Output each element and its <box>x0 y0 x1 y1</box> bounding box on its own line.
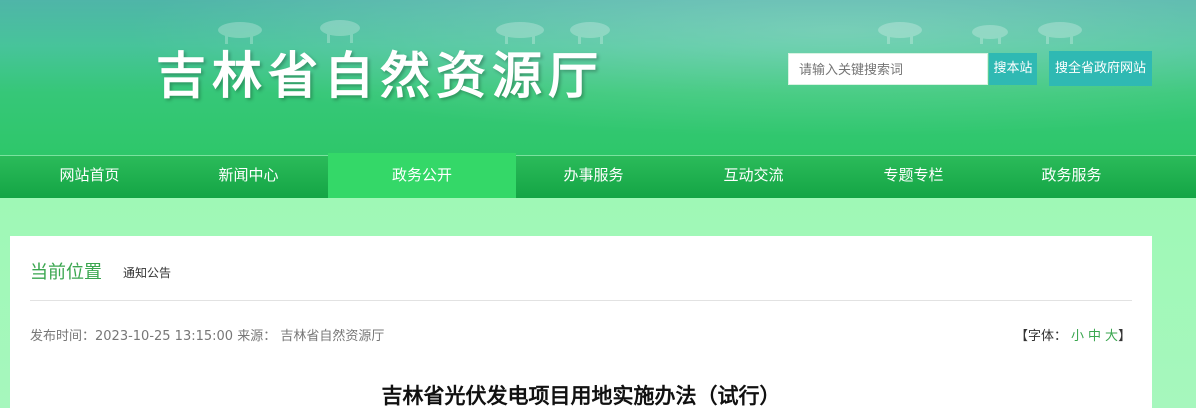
search-gov-button[interactable]: 搜全省政府网站 <box>1049 51 1152 86</box>
divider <box>30 300 1132 301</box>
font-size-medium-button[interactable]: 中 <box>1088 329 1101 344</box>
nav-item-services[interactable]: 办事服务 <box>530 156 657 199</box>
site-header: 吉林省自然资源厅 搜本站 搜全省政府网站 <box>0 0 1196 155</box>
font-size-large-button[interactable]: 大 <box>1105 329 1118 344</box>
search-site-button[interactable]: 搜本站 <box>989 53 1037 85</box>
font-size-suffix: 】 <box>1118 329 1132 344</box>
breadcrumb-label: 当前位置 <box>30 262 102 283</box>
nav-item-government-affairs[interactable]: 政务公开 <box>328 153 516 200</box>
nav-item-gov-services[interactable]: 政务服务 <box>1008 156 1135 199</box>
breadcrumb-link[interactable]: 通知公告 <box>123 264 171 281</box>
site-title: 吉林省自然资源厅 <box>156 47 604 105</box>
font-size-prefix: 【字体： <box>1015 329 1068 344</box>
nav-item-special-topics[interactable]: 专题专栏 <box>850 156 977 199</box>
content-card: 当前位置 通知公告 发布时间：2023-10-25 13:15:00 来源： 吉… <box>10 236 1152 408</box>
nav-item-news[interactable]: 新闻中心 <box>185 156 312 199</box>
nav-item-home[interactable]: 网站首页 <box>26 156 153 199</box>
article-title: 吉林省光伏发电项目用地实施办法（试行） <box>381 384 781 408</box>
article-meta: 发布时间：2023-10-25 13:15:00 来源： 吉林省自然资源厅 <box>30 329 385 344</box>
main-nav: 网站首页 新闻中心 政务公开 办事服务 互动交流 专题专栏 政务服务 <box>0 153 1196 200</box>
font-size-control: 【字体：小中大】 <box>1015 325 1131 344</box>
search-input[interactable] <box>788 53 988 85</box>
font-size-small-button[interactable]: 小 <box>1071 329 1084 344</box>
nav-item-interaction[interactable]: 互动交流 <box>690 156 817 199</box>
